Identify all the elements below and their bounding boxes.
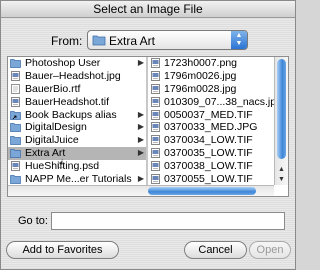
column2-item[interactable]: 1796m0026.jpg xyxy=(148,70,274,83)
disclosure-arrow-icon: ▶ xyxy=(137,58,144,67)
browser-column-2: 1723h0007.png 1796m0026.jpg 1796m0028.jpg 0… xyxy=(148,57,274,185)
goto-input[interactable] xyxy=(51,212,285,230)
image-file-icon xyxy=(150,148,161,159)
column1-item-label: Photoshop User xyxy=(25,57,101,69)
image-file-icon xyxy=(150,58,161,68)
column1-item[interactable]: HueShifting.psd xyxy=(8,160,146,173)
column2-item[interactable]: 010309_07...38_nacs.jpg xyxy=(148,96,274,109)
goto-label: Go to: xyxy=(18,215,48,227)
column2-item-label: 0370038_LOW.TIF xyxy=(164,160,253,173)
image-file-icon xyxy=(150,83,161,94)
popup-arrows-icon: ▲ ▼ xyxy=(231,31,247,49)
disclosure-arrow-icon: ▶ xyxy=(137,135,144,145)
column1-item[interactable]: NAPP Me...er Tutorials ▶ xyxy=(8,173,146,185)
image-file-icon xyxy=(150,122,161,133)
dialog-title: Select an Image File xyxy=(1,1,295,18)
column2-item[interactable]: 0370033_MED.JPG xyxy=(148,121,274,134)
folder-icon xyxy=(10,135,21,146)
add-to-favorites-button[interactable]: Add to Favorites xyxy=(6,241,119,259)
column2-item-label: 0370055_LOW.TIF xyxy=(164,173,253,185)
hand-cursor-icon: ☝ xyxy=(57,157,65,171)
browser-column-1: Photoshop User ▶ Bauer–Headshot.jpg BauerBi… xyxy=(8,57,146,185)
folder-icon xyxy=(10,122,21,133)
column1-item[interactable]: BauerHeadshot.tif xyxy=(8,96,146,109)
column1-item[interactable]: Photoshop User ▶ xyxy=(8,57,146,70)
from-location-value: Extra Art xyxy=(109,34,156,48)
horizontal-scroll-thumb[interactable] xyxy=(148,187,256,195)
image-file-icon xyxy=(10,96,21,107)
vertical-scroll-thumb[interactable] xyxy=(277,59,286,159)
disclosure-arrow-icon: ▶ xyxy=(137,174,144,184)
folder-alias-icon xyxy=(10,110,21,120)
column1-item-label: DigitalJuice xyxy=(25,134,79,147)
goto-row: Go to: xyxy=(1,212,295,232)
column1-item[interactable]: DigitalDesign ▶ xyxy=(8,121,146,134)
column1-item-label: Bauer–Headshot.jpg xyxy=(25,69,121,82)
column2-item[interactable]: 0370034_LOW.TIF xyxy=(148,134,274,147)
column1-item-label: BauerHeadshot.tif xyxy=(25,95,110,108)
column2-item-label: 0370033_MED.JPG xyxy=(164,121,258,134)
disclosure-arrow-icon: ▶ xyxy=(137,109,144,119)
column2-item[interactable]: 1796m0028.jpg xyxy=(148,83,274,96)
column2-item-label: 0370034_LOW.TIF xyxy=(164,134,253,147)
image-file-icon xyxy=(150,96,161,107)
image-file-icon xyxy=(10,71,21,81)
open-button[interactable]: Open xyxy=(249,241,291,259)
file-browser: Photoshop User ▶ Bauer–Headshot.jpg BauerBi… xyxy=(7,56,289,197)
from-label: From: xyxy=(51,34,83,48)
column1-item-label: NAPP Me...er Tutorials xyxy=(25,173,132,185)
from-location-popup[interactable]: Extra Art ▲ ▼ xyxy=(87,30,248,50)
folder-icon xyxy=(10,148,21,159)
image-file-icon xyxy=(150,71,161,81)
column2-item-label: 1796m0026.jpg xyxy=(164,69,237,82)
column1-item-label: DigitalDesign xyxy=(25,121,87,134)
cancel-button[interactable]: Cancel xyxy=(184,241,247,259)
document-icon xyxy=(10,83,21,94)
image-file-icon xyxy=(10,161,21,171)
column2-item[interactable]: 0050037_MED.TIF xyxy=(148,109,274,122)
column2-item-label: 1723h0007.png xyxy=(164,57,237,69)
column2-item-label: 1796m0028.jpg xyxy=(164,82,237,95)
column1-item[interactable]: BauerBio.rtf xyxy=(8,83,146,96)
column2-item[interactable]: 0370055_LOW.TIF xyxy=(148,173,274,185)
column2-item[interactable]: 1723h0007.png xyxy=(148,57,274,70)
column2-item-label: 010309_07...38_nacs.jpg xyxy=(164,95,274,108)
column2-item-label: 0050037_MED.TIF xyxy=(164,108,253,121)
column2-item[interactable]: 0370035_LOW.TIF xyxy=(148,147,274,160)
folder-icon xyxy=(10,174,21,184)
disclosure-arrow-icon: ▶ xyxy=(137,122,144,132)
image-file-icon xyxy=(150,161,161,171)
image-file-icon xyxy=(150,135,161,146)
select-image-dialog: Select an Image File From: Extra Art ▲ ▼ … xyxy=(0,0,296,270)
column1-item[interactable]: DigitalJuice ▶ xyxy=(8,134,146,147)
column1-item-label: Book Backups alias xyxy=(25,108,117,121)
image-file-icon xyxy=(150,174,161,184)
from-row: From: Extra Art ▲ ▼ xyxy=(1,30,295,52)
folder-icon xyxy=(92,34,106,49)
column1-item[interactable]: Extra Art ▶ xyxy=(8,147,146,161)
column1-item-label: BauerBio.rtf xyxy=(25,82,81,95)
image-file-icon xyxy=(150,109,161,120)
scroll-arrows-icon[interactable]: ▲ ▼ xyxy=(275,165,288,185)
horizontal-scrollbar[interactable] xyxy=(8,185,274,196)
folder-icon xyxy=(10,58,21,68)
column2-item-label: 0370035_LOW.TIF xyxy=(164,147,253,160)
column1-item[interactable]: Book Backups alias ▶ xyxy=(8,109,146,122)
vertical-scrollbar[interactable]: ▲ ▼ xyxy=(274,57,288,185)
column1-item[interactable]: Bauer–Headshot.jpg xyxy=(8,70,146,83)
disclosure-arrow-icon: ▶ xyxy=(137,148,144,158)
column2-item[interactable]: 0370038_LOW.TIF xyxy=(148,160,274,173)
